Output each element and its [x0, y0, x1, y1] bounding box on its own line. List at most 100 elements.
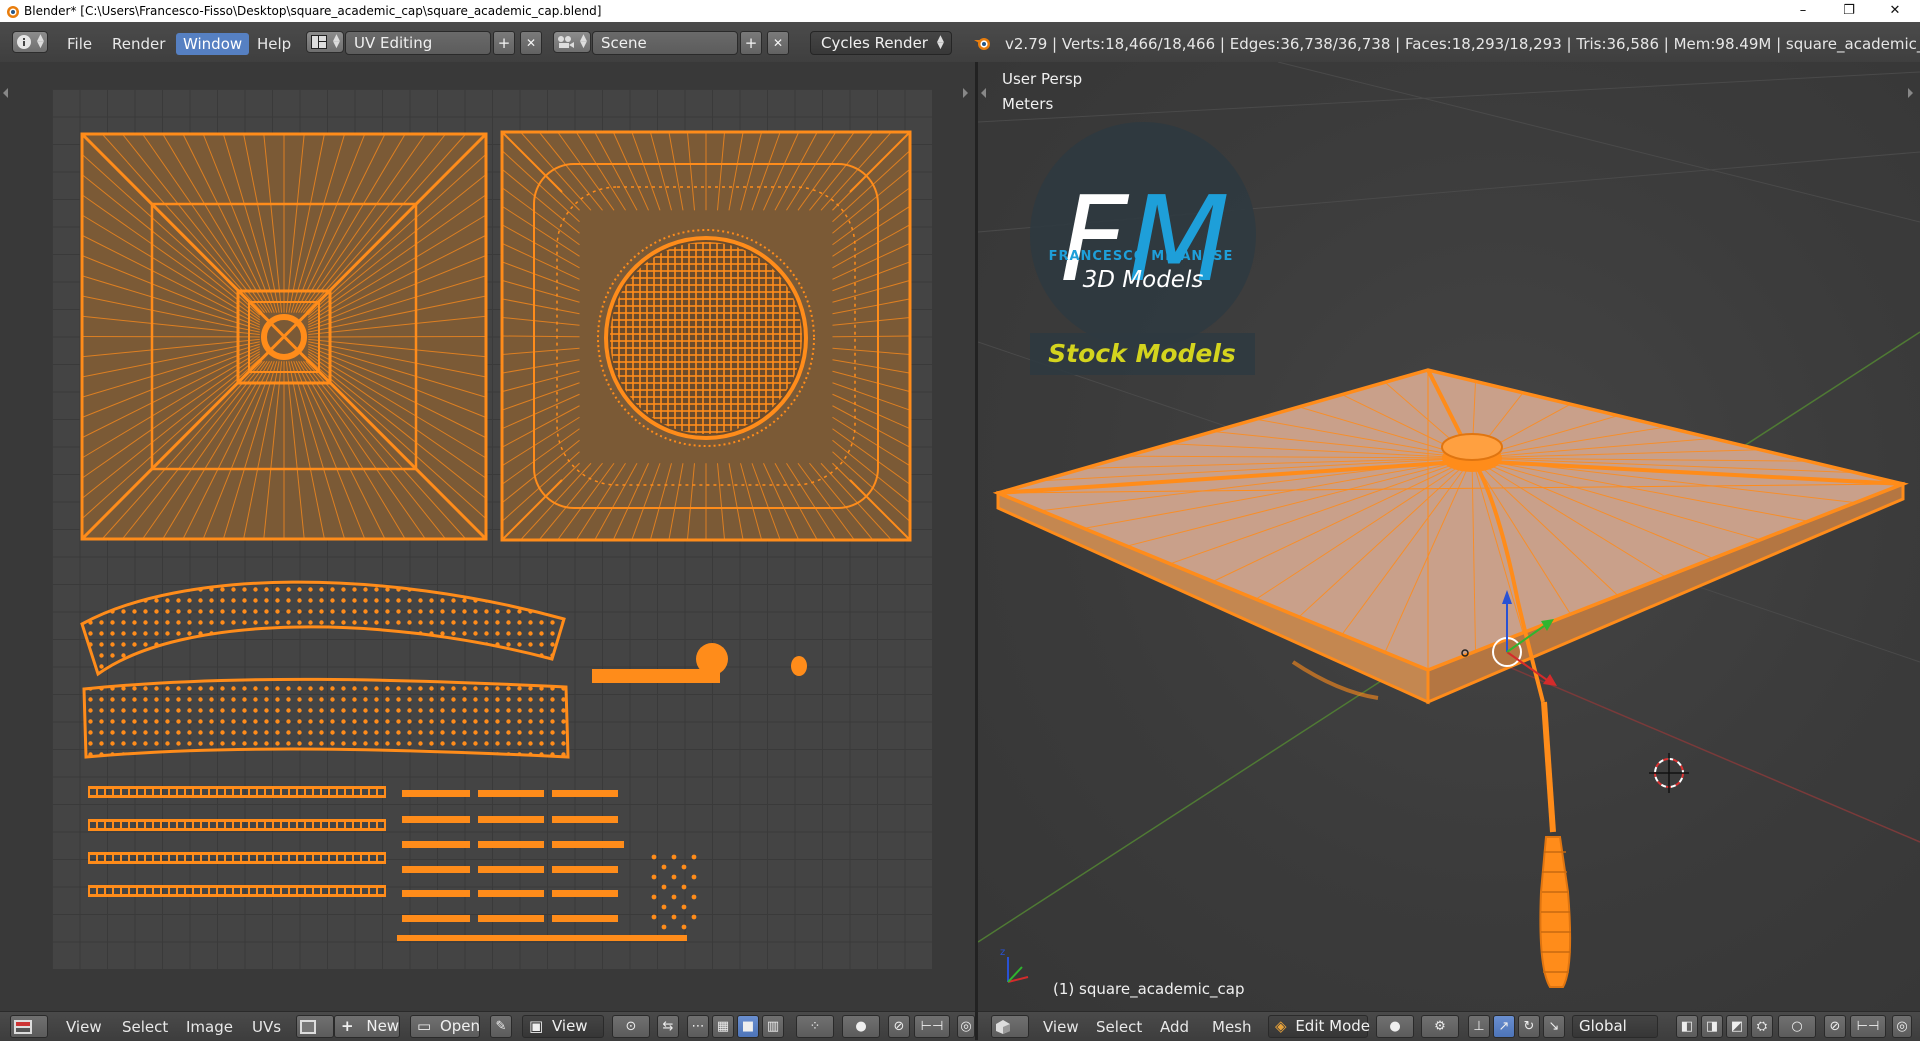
viewport-header: View Select Add Mesh ◈ Edit Mode ● ⚙ ⊥ ↗… — [978, 1011, 1920, 1041]
proportional-edit-dropdown[interactable]: ● — [842, 1015, 880, 1038]
snap-icon[interactable]: ⊘ — [1824, 1015, 1846, 1038]
overflow-icon[interactable]: ◎ — [957, 1015, 975, 1038]
uv-island-button-small[interactable] — [791, 656, 807, 676]
editor-type-button[interactable] — [991, 1015, 1029, 1038]
viewport-menu-add[interactable]: Add — [1160, 1017, 1189, 1037]
uv-island-tassel-tips[interactable] — [652, 855, 697, 930]
minimize-button[interactable]: – — [1780, 0, 1826, 22]
close-window-button[interactable]: ✕ — [1872, 0, 1918, 22]
logo-author: FRANCESCO MILANESE — [1049, 249, 1234, 264]
editor-type-button[interactable]: ▲▼ — [12, 31, 48, 53]
render-engine-label: Cycles Render — [821, 34, 928, 52]
add-scene-button[interactable]: + — [740, 31, 762, 55]
pivot-dropdown[interactable]: ⊙ — [612, 1015, 650, 1038]
updown-arrows-icon: ▲▼ — [580, 35, 587, 49]
view-mode-icon: ▣ — [529, 1017, 543, 1035]
uv-menu-select[interactable]: Select — [122, 1017, 168, 1037]
info-icon — [16, 34, 32, 50]
folder-icon: ▭ — [417, 1017, 431, 1035]
uv-grid-canvas[interactable] — [52, 89, 932, 969]
menu-window[interactable]: Window — [176, 33, 249, 55]
view-mode-label: View — [552, 1017, 588, 1035]
add-screen-button[interactable]: + — [493, 31, 515, 55]
sync-selection-icon[interactable]: ⇆ — [657, 1015, 679, 1038]
viewport-shading-dropdown[interactable]: ● — [1376, 1015, 1414, 1038]
uv-menu-uvs[interactable]: UVs — [252, 1017, 281, 1037]
menu-render[interactable]: Render — [105, 33, 172, 55]
uv-island-tassel-threads[interactable] — [88, 786, 687, 941]
3d-viewport[interactable]: User Persp Meters — [978, 62, 1920, 1011]
view-mode-dropdown[interactable]: ▣ View — [522, 1015, 604, 1038]
screen-layout-name[interactable]: UV Editing — [345, 31, 491, 55]
uv-island-button[interactable] — [696, 643, 728, 675]
svg-text:z: z — [1000, 947, 1005, 958]
new-image-button[interactable]: + New — [334, 1015, 400, 1038]
region-expand-icon[interactable] — [963, 88, 968, 98]
island-select-icon[interactable]: ▥ — [762, 1015, 784, 1038]
updown-arrows-icon: ▲▼ — [937, 36, 944, 50]
snap-element-dropdown[interactable]: ⊢⊣ — [1850, 1015, 1886, 1038]
plus-icon: + — [341, 1017, 354, 1035]
image-icon — [300, 1020, 316, 1034]
pin-image-icon[interactable]: ✎ — [490, 1015, 512, 1038]
face-select-icon[interactable]: ■ — [737, 1015, 759, 1038]
academic-cap-mesh[interactable] — [998, 370, 1903, 987]
scene-name[interactable]: Scene — [592, 31, 738, 55]
scene-icon — [557, 35, 575, 49]
uv-image-editor[interactable] — [0, 62, 975, 1011]
open-image-button[interactable]: ▭ Open — [410, 1015, 480, 1038]
mode-label: Edit Mode — [1295, 1017, 1370, 1035]
scale-manipulator-icon[interactable]: ↘ — [1543, 1015, 1565, 1038]
manipulator-toggle-icon[interactable]: ⊥ — [1468, 1015, 1490, 1038]
edge-select-icon[interactable]: ▦ — [712, 1015, 734, 1038]
uv-islands[interactable] — [52, 89, 932, 969]
sticky-select-dropdown[interactable]: ⁘ — [796, 1015, 834, 1038]
snap-target-dropdown[interactable]: ⊢⊣ — [914, 1015, 950, 1038]
pivot-point-dropdown[interactable]: ⚙ — [1421, 1015, 1459, 1038]
uv-menu-image[interactable]: Image — [186, 1017, 233, 1037]
uv-menu-view[interactable]: View — [66, 1017, 102, 1037]
region-expand-icon[interactable] — [3, 88, 8, 98]
proportional-editing-dropdown[interactable]: ○ — [1778, 1015, 1816, 1038]
logo-badge: Stock Models — [1048, 339, 1236, 368]
remove-screen-button[interactable]: ✕ — [520, 31, 542, 55]
rotate-manipulator-icon[interactable]: ↻ — [1518, 1015, 1540, 1038]
uv-editor-header: View Select Image UVs + New ▭ Open ✎ ▣ V… — [0, 1011, 975, 1041]
uv-island-band-straight[interactable] — [84, 679, 568, 757]
screen-layout-icon — [311, 35, 327, 49]
translate-manipulator-icon[interactable]: ↗ — [1493, 1015, 1515, 1038]
uv-island-cord[interactable] — [592, 669, 720, 683]
uv-island-cap-top[interactable] — [82, 134, 486, 539]
menu-file[interactable]: File — [60, 33, 99, 55]
transform-orientation-dropdown[interactable]: Global — [1572, 1015, 1658, 1038]
render-engine-dropdown[interactable]: Cycles Render ▲▼ — [810, 31, 952, 55]
blender-logo-icon — [973, 33, 993, 53]
viewport-menu-mesh[interactable]: Mesh — [1212, 1017, 1252, 1037]
viewport-menu-view[interactable]: View — [1043, 1017, 1079, 1037]
vertex-select-icon[interactable]: ⋯ — [687, 1015, 709, 1038]
edit-mode-icon: ◈ — [1275, 1017, 1287, 1035]
snap-toggle-icon[interactable]: ⊘ — [888, 1015, 910, 1038]
limit-selection-icon[interactable]: ⛭ — [1751, 1015, 1773, 1038]
uv-island-band-curved[interactable] — [82, 582, 564, 674]
edge-select-mode-icon[interactable]: ◨ — [1701, 1015, 1723, 1038]
remove-scene-button[interactable]: ✕ — [767, 31, 789, 55]
scene-selector[interactable]: ▲▼ — [553, 31, 591, 53]
new-image-label: New — [366, 1017, 399, 1035]
screen-layout-selector[interactable]: ▲▼ — [306, 31, 344, 53]
vertex-select-mode-icon[interactable]: ◧ — [1676, 1015, 1698, 1038]
editor-type-button[interactable] — [10, 1015, 48, 1038]
3d-cursor-icon[interactable] — [1649, 753, 1689, 793]
face-select-mode-icon[interactable]: ◩ — [1726, 1015, 1748, 1038]
uv-island-cap-bottom[interactable] — [502, 132, 910, 540]
mode-dropdown[interactable]: ◈ Edit Mode — [1268, 1015, 1368, 1038]
updown-arrows-icon: ▲▼ — [37, 35, 44, 49]
open-image-label: Open — [440, 1017, 480, 1035]
viewport-scene[interactable]: z F M FRANCESCO MILANESE 3D Models Stock… — [978, 62, 1920, 1011]
browse-image-button[interactable] — [296, 1015, 334, 1038]
viewport-menu-select[interactable]: Select — [1096, 1017, 1142, 1037]
maximize-button[interactable]: ❐ — [1826, 0, 1872, 22]
overflow-icon[interactable]: ◎ — [1892, 1015, 1912, 1038]
window-title: Blender* [C:\Users\Francesco-Fisso\Deskt… — [24, 4, 601, 18]
menu-help[interactable]: Help — [250, 33, 298, 55]
